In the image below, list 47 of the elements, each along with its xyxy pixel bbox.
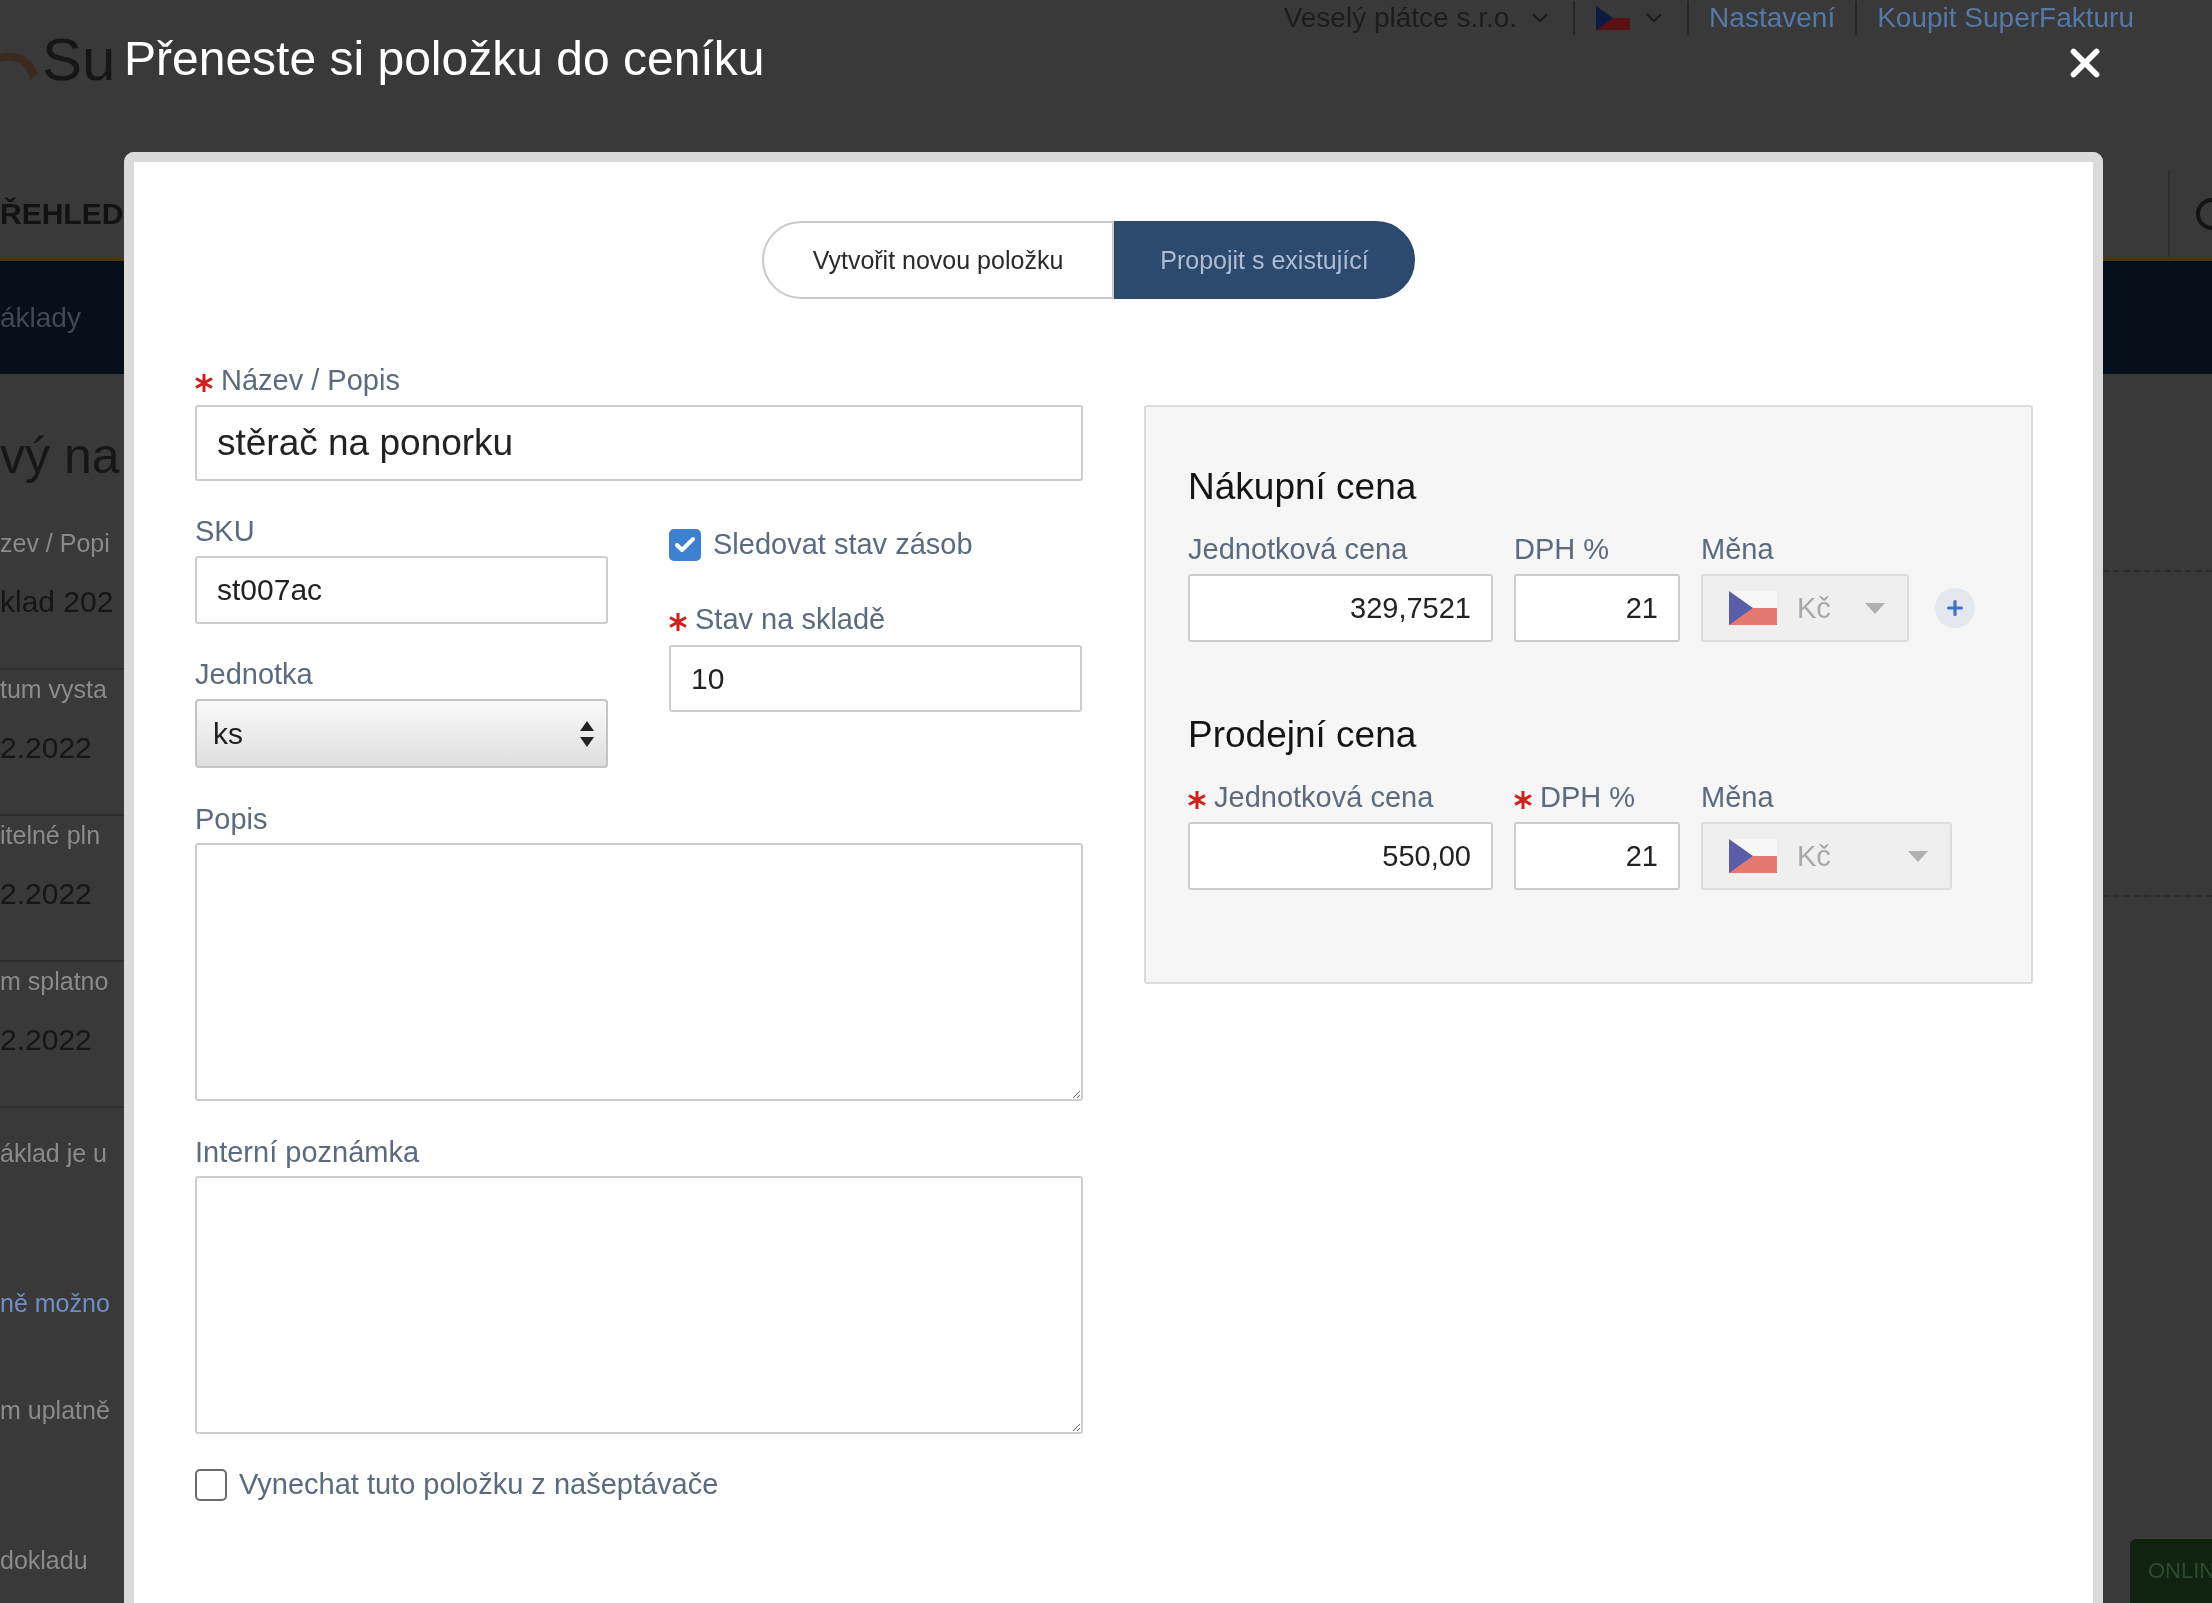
price-field[interactable]: 21: [1514, 574, 1680, 642]
section-title: Prodejní cena: [1188, 713, 1418, 757]
note-text: m uplatně: [0, 1395, 110, 1425]
sku-field[interactable]: st007ac: [195, 556, 608, 624]
field-label: Interní poznámka: [195, 1135, 420, 1169]
note-text: áklad je u: [0, 1138, 108, 1168]
note-field[interactable]: [195, 1176, 1083, 1434]
field-label: m splatno: [0, 966, 109, 996]
toggle-tab[interactable]: Vytvořit novou položku: [762, 221, 1114, 299]
add-button[interactable]: [1935, 588, 1975, 628]
description-field[interactable]: [195, 843, 1083, 1101]
field-label: Měna: [1701, 532, 1774, 566]
unit-select[interactable]: ks: [195, 699, 608, 768]
field-label: zev / Popi: [0, 528, 110, 558]
field-label: DPH %: [1514, 532, 1610, 566]
caret-icon: [1908, 850, 1928, 862]
section-title: Nákupní cena: [1188, 465, 1418, 509]
flag-icon[interactable]: [1595, 6, 1632, 30]
price-field[interactable]: 21: [1514, 822, 1680, 890]
note-text: dokladu: [0, 1545, 88, 1575]
field-label: Jednotková cena: [1188, 532, 1408, 566]
checkbox-label[interactable]: Vynechat tuto položku z našeptávače: [195, 1468, 1083, 1501]
field-label: Jednotková cena: [1214, 780, 1434, 814]
field-label: Jednotka: [195, 657, 313, 691]
plus-icon: [1944, 597, 1966, 619]
price-field[interactable]: 550,00: [1188, 822, 1493, 890]
modal-title: Přeneste si položku do ceníku: [124, 31, 765, 87]
price-field[interactable]: 329,7521: [1188, 574, 1493, 642]
name-field[interactable]: stěrač na ponorku: [195, 405, 1083, 481]
field-label: Stav na skladě: [695, 602, 886, 636]
checkbox[interactable]: [669, 528, 701, 561]
field-label: itelné pln: [0, 820, 101, 850]
checkbox[interactable]: [195, 1468, 227, 1501]
sort-arrows-icon: [580, 720, 594, 747]
toggle-tab[interactable]: Propojit s existující: [1114, 221, 1415, 299]
field-label: Měna: [1701, 780, 1774, 814]
field-label: Popis: [195, 802, 268, 836]
field-label: DPH %: [1540, 780, 1636, 814]
flag-icon: [1729, 591, 1777, 625]
flag-icon: [1729, 839, 1777, 873]
checkbox-label[interactable]: Sledovat stav zásob: [669, 528, 1082, 561]
stock-field[interactable]: 10: [669, 645, 1082, 712]
field-label: Název / Popis: [221, 363, 400, 397]
link[interactable]: ně možno: [0, 1288, 110, 1318]
field-label: SKU: [195, 514, 255, 548]
field-label: tum vysta: [0, 674, 107, 704]
caret-icon: [1865, 602, 1885, 614]
